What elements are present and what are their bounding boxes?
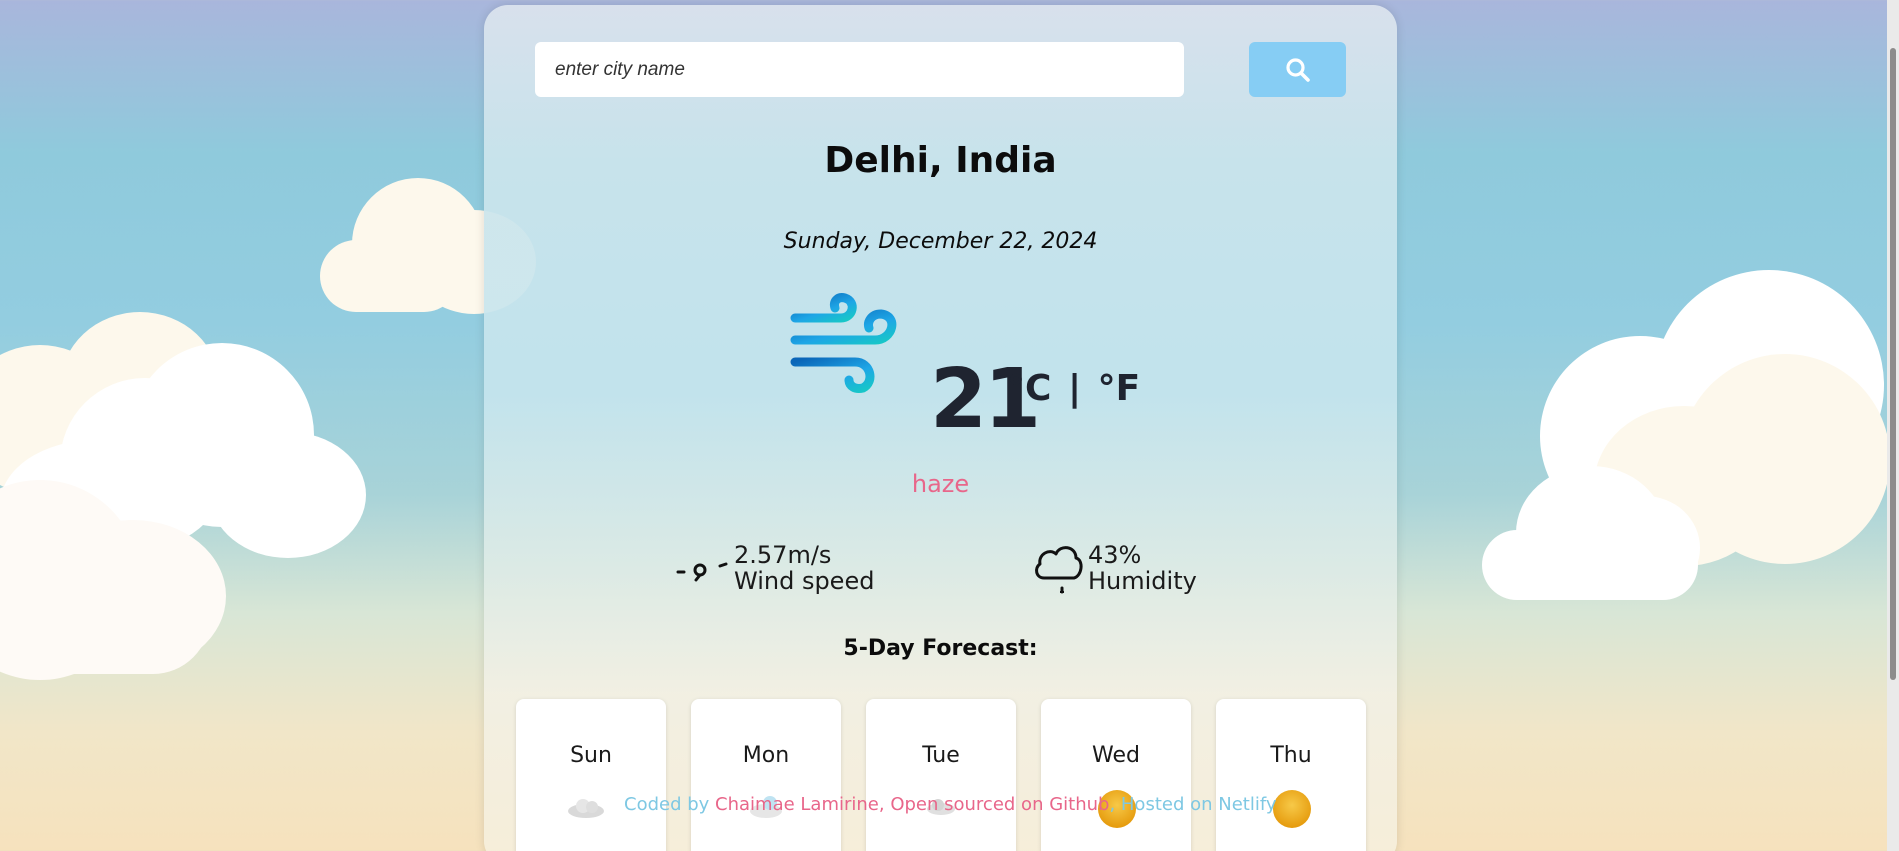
forecast-day: Wed [1092, 743, 1140, 768]
wind-speed-label: Wind speed [734, 567, 875, 595]
forecast-card-thu: Thu [1216, 699, 1366, 851]
sun-icon [1272, 789, 1312, 833]
scrollbar-thumb[interactable] [1890, 48, 1896, 680]
unit-toggle: °C | °F [1007, 368, 1140, 409]
forecast-day: Thu [1270, 743, 1312, 768]
forecast-card-sun: Sun [516, 699, 666, 851]
search-input[interactable] [535, 42, 1184, 97]
forecast-day: Mon [742, 743, 790, 768]
humidity-value: 43% [1088, 541, 1142, 569]
wind-speed-icon [676, 550, 732, 587]
footer-middle: , Open sourced on [878, 794, 1050, 815]
humidity-label: Humidity [1088, 567, 1197, 595]
forecast-card-wed: Wed [1041, 699, 1191, 851]
github-link[interactable]: Github [1049, 794, 1109, 815]
footer-prefix: Coded by [624, 794, 716, 815]
forecast-card-tue: Tue [866, 699, 1016, 851]
page-scrollbar[interactable] [1887, 0, 1899, 851]
footer-credits: Coded by Chaimae Lamirine, Open sourced … [624, 794, 1277, 815]
wind-speed-value: 2.57m/s [734, 541, 832, 569]
current-date: Sunday, December 22, 2024 [783, 229, 1098, 254]
city-title: Delhi, India [824, 140, 1057, 181]
forecast-title: 5-Day Forecast: [843, 636, 1038, 661]
unit-separator: | [1067, 368, 1082, 409]
author-link[interactable]: Chaimae Lamirine [715, 794, 879, 815]
search-button[interactable] [1249, 42, 1346, 97]
forecast-day: Tue [922, 743, 960, 768]
humidity-icon [1034, 542, 1084, 603]
celsius-link[interactable]: °C [1007, 368, 1051, 409]
forecast-day: Sun [570, 743, 612, 768]
cloud-icon [566, 797, 608, 823]
forecast-card-mon: Mon [691, 699, 841, 851]
wind-icon [789, 290, 901, 400]
search-icon [1255, 57, 1340, 83]
footer-suffix[interactable]: , Hosted on Netlify [1109, 794, 1276, 815]
weather-condition: haze [911, 470, 970, 498]
fahrenheit-link[interactable]: °F [1098, 368, 1141, 409]
weather-app-card: Delhi, India Sunday, December 22, 2024 2… [484, 5, 1397, 851]
